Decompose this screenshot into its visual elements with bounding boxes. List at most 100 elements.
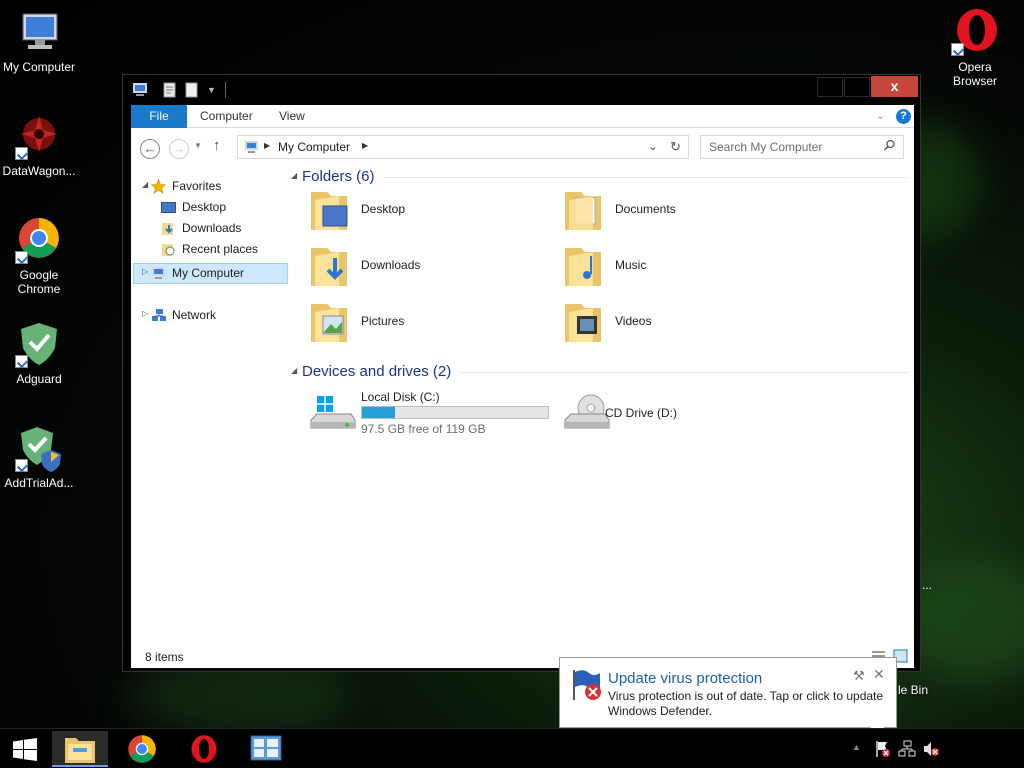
expand-chevron-icon[interactable]: ▷ — [142, 309, 148, 318]
taskbar-control-panel[interactable] — [238, 731, 294, 767]
up-arrow-icon[interactable]: ↑ — [213, 137, 221, 154]
notification-close-icon[interactable]: ✕ — [873, 666, 885, 683]
folder-tile-pictures[interactable]: Pictures — [299, 296, 539, 350]
expand-ribbon-chevron-icon[interactable]: ⌄ — [876, 109, 885, 122]
desktop-icon-label: My Computer — [2, 60, 76, 74]
close-button[interactable]: x — [871, 76, 918, 97]
nav-label: Desktop — [182, 200, 227, 214]
recent-places-icon — [161, 242, 175, 256]
file-explorer-window[interactable]: ▼ x File Computer View ⌄ ? ← → ▼ ↑ ▶ My … — [122, 74, 921, 672]
group-divider — [459, 372, 908, 373]
taskbar-file-explorer[interactable] — [52, 731, 108, 767]
nav-label: Network — [172, 308, 217, 322]
tab-file[interactable]: File — [131, 105, 187, 128]
chrome-icon — [15, 216, 63, 264]
tray-network-icon[interactable] — [898, 740, 916, 761]
start-icon — [12, 738, 38, 765]
back-button[interactable]: ← — [140, 139, 160, 159]
desktop-icon-addtrial[interactable]: AddTrialAd... — [0, 424, 78, 490]
show-hidden-icons-chevron-icon[interactable]: ▲ — [852, 742, 861, 752]
tab-computer[interactable]: Computer — [200, 105, 253, 128]
expand-chevron-icon[interactable]: ◢ — [142, 180, 148, 189]
nav-favorites-desktop[interactable]: Desktop — [161, 197, 226, 217]
devices-group-header[interactable]: Devices and drives (2) — [302, 363, 451, 383]
quick-access-new-folder-icon[interactable] — [185, 82, 199, 98]
drive-tile-local-disk[interactable]: Local Disk (C:) 97.5 GB free of 119 GB — [299, 388, 549, 442]
address-bar[interactable]: ▶ My Computer ▶ ⌄ ↻ — [237, 135, 689, 159]
address-computer-icon — [244, 140, 260, 157]
downloads-icon — [161, 221, 175, 235]
search-icon[interactable] — [883, 139, 896, 155]
defender-notification[interactable]: Update virus protection Virus protection… — [559, 657, 897, 741]
folder-label: Music — [615, 258, 647, 272]
videos-folder-icon — [563, 298, 603, 344]
folder-label: Documents — [615, 202, 676, 216]
desktop-icon-datawagon[interactable]: DataWagon... — [0, 112, 78, 178]
folder-label: Videos — [615, 314, 652, 328]
breadcrumb-chevron-icon[interactable]: ▶ — [264, 141, 270, 150]
taskbar: ▲ — [0, 728, 1024, 768]
nav-label: Downloads — [182, 221, 242, 235]
quick-access-properties-icon[interactable] — [163, 82, 177, 98]
nav-network[interactable]: Network — [151, 305, 216, 325]
title-bar[interactable]: ▼ x — [123, 75, 920, 105]
notification-settings-wrench-icon[interactable]: ⚒ — [853, 668, 865, 684]
datawagon-icon — [15, 112, 63, 160]
tray-action-center-flag-icon[interactable] — [874, 740, 892, 761]
nav-favorites-recent-places[interactable]: Recent places — [161, 239, 258, 259]
expand-chevron-icon[interactable]: ▷ — [142, 267, 148, 276]
refresh-icon[interactable]: ↻ — [670, 139, 681, 155]
desktop-folder-icon — [309, 186, 349, 232]
folder-tile-desktop[interactable]: Desktop — [299, 184, 539, 238]
taskbar-opera[interactable] — [176, 731, 232, 767]
collapse-group-chevron-icon[interactable]: ◢ — [291, 366, 297, 375]
cd-drive-icon — [563, 392, 610, 438]
desktop-icon-label: Adguard — [16, 372, 62, 386]
desktop-icon-label: AddTrialAd... — [4, 476, 74, 490]
drive-tile-cd-drive[interactable]: CD Drive (D:) — [553, 388, 793, 442]
folder-tile-downloads[interactable]: Downloads — [299, 240, 539, 294]
drive-name: Local Disk (C:) — [361, 390, 440, 404]
desktop-icon-google-chrome[interactable]: Google Chrome — [0, 216, 78, 296]
folder-tile-videos[interactable]: Videos — [553, 296, 793, 350]
nav-my-computer[interactable]: My Computer — [151, 263, 244, 283]
breadcrumb-my-computer[interactable]: My Computer — [278, 140, 350, 154]
nav-label: Recent places — [182, 242, 259, 256]
desktop-icon-adguard[interactable]: Adguard — [0, 320, 78, 386]
minimize-button[interactable] — [817, 77, 843, 97]
desktop-icon-my-computer[interactable]: My Computer — [0, 8, 78, 74]
breadcrumb-chevron-icon[interactable]: ▶ — [362, 141, 368, 150]
search-box[interactable] — [700, 135, 904, 159]
ribbon: File Computer View ⌄ ? — [131, 105, 914, 128]
desktop-icon-opera[interactable]: Opera Browser — [936, 8, 1014, 88]
quick-access-customize-chevron-icon[interactable]: ▼ — [207, 82, 216, 98]
taskbar-chrome[interactable] — [114, 731, 170, 767]
group-divider — [383, 177, 908, 178]
quick-access-divider — [225, 82, 226, 98]
tray-volume-muted-icon[interactable] — [922, 740, 940, 761]
adguard-icon — [15, 320, 63, 368]
forward-button[interactable]: → — [169, 139, 189, 159]
shortcut-arrow-icon — [15, 459, 28, 472]
nav-favorites-downloads[interactable]: Downloads — [161, 218, 241, 238]
search-input[interactable] — [709, 140, 879, 154]
opera-icon — [189, 734, 219, 767]
partial-recycle-bin-label[interactable]: le Bin — [898, 683, 928, 697]
folder-tile-documents[interactable]: Documents — [553, 184, 793, 238]
help-icon[interactable]: ? — [896, 109, 911, 124]
folder-tile-music[interactable]: Music — [553, 240, 793, 294]
item-count: 8 items — [145, 650, 184, 664]
shortcut-arrow-icon — [951, 43, 964, 56]
tab-view[interactable]: View — [279, 105, 305, 128]
documents-folder-icon — [563, 186, 603, 232]
shortcut-arrow-icon — [15, 251, 28, 264]
desktop-icon-label: Google Chrome — [17, 268, 61, 296]
recent-locations-chevron-icon[interactable]: ▼ — [194, 141, 202, 150]
maximize-button[interactable] — [844, 77, 870, 97]
folder-label: Pictures — [361, 314, 405, 328]
collapse-group-chevron-icon[interactable]: ◢ — [291, 171, 297, 180]
address-dropdown-chevron-icon[interactable]: ⌄ — [648, 139, 658, 153]
nav-favorites[interactable]: Favorites — [150, 176, 221, 196]
start-button[interactable] — [0, 731, 56, 767]
desktop-icon-label: DataWagon... — [2, 164, 76, 178]
